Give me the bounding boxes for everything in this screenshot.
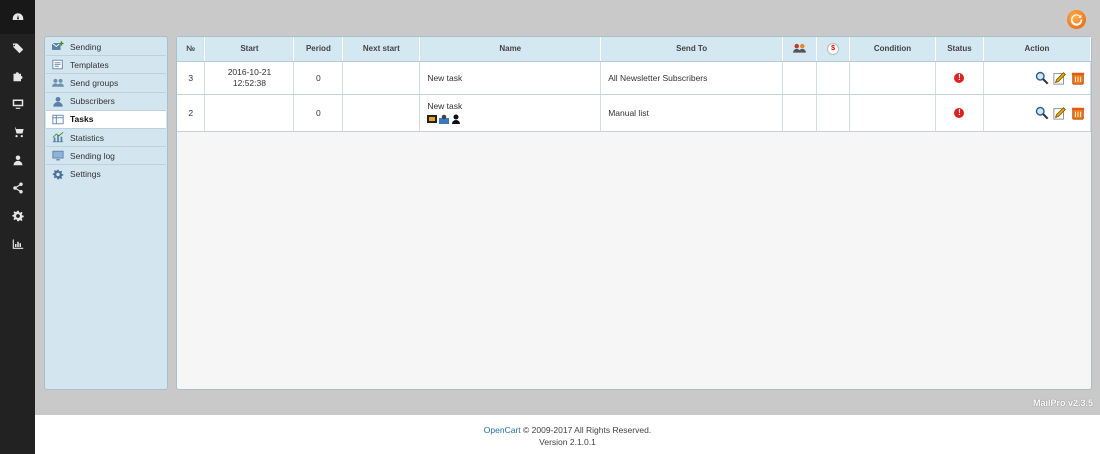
status-error-icon: ! [954,73,965,83]
cell-cost [816,61,850,95]
cart-icon[interactable] [0,118,35,146]
start-time: 12:52:38 [232,77,266,88]
cell-action [983,94,1092,132]
delete-trash-icon[interactable] [1071,106,1085,120]
status-error-icon: ! [954,108,965,118]
opencart-link[interactable]: OpenCart [484,425,521,435]
cell-status: ! [935,61,984,95]
cell-send-to: Manual list [600,94,784,132]
share-icon[interactable] [0,174,35,202]
agent-icon [451,114,461,124]
mailpro-version-label: MailPro v2.3.5 [1032,398,1093,408]
user-icon[interactable] [0,146,35,174]
col-header-status[interactable]: Status [935,37,984,62]
footer: OpenCart © 2009-2017 All Rights Reserved… [35,415,1100,454]
cell-send-to: All Newsletter Subscribers [600,61,784,95]
view-magnifier-icon[interactable] [1035,71,1049,85]
submenu-item-label: Sending [70,41,102,52]
col-header-subscribers[interactable] [782,37,818,62]
submenu-item-subscribers[interactable]: Subscribers [46,93,166,111]
dashboard-icon[interactable] [0,0,35,34]
submenu-item-send-groups[interactable]: Send groups [46,74,166,93]
settings-icon [51,169,64,180]
refresh-icon[interactable] [1067,10,1086,29]
footer-copyright-line: OpenCart © 2009-2017 All Rights Reserved… [35,424,1100,436]
submenu-item-label: Send groups [70,77,119,88]
task-name: New task [427,101,463,111]
col-header-condition[interactable]: Condition [849,37,936,62]
mailpro-submenu: Sending Templates Send groups Subscriber… [44,36,168,390]
tasks-icon [51,114,64,125]
table-header-row: № Start Period Next start Name Send To $… [177,37,1092,62]
left-nav-rail [0,0,35,454]
user-card-icon [439,114,450,124]
gear-icon[interactable] [0,202,35,230]
cell-next-start [342,61,421,95]
col-header-action[interactable]: Action [983,37,1092,62]
tasks-panel: № Start Period Next start Name Send To $… [176,36,1092,390]
copyright-text: © 2009-2017 All Rights Reserved. [520,425,652,435]
cell-condition [849,61,936,95]
puzzle-icon[interactable] [0,62,35,90]
cell-period: 0 [293,94,344,132]
submenu-item-settings[interactable]: Settings [46,165,166,183]
submenu-item-tasks[interactable]: Tasks [46,110,166,129]
submenu-item-templates[interactable]: Templates [46,56,166,75]
table-row: 3 2016-10-21 12:52:38 0 New task All New… [177,61,1092,95]
col-header-num[interactable]: № [177,37,206,62]
submenu-item-label: Tasks [70,114,94,125]
col-header-send-to[interactable]: Send To [600,37,784,62]
delete-trash-icon[interactable] [1071,71,1085,85]
bar-chart-icon[interactable] [0,230,35,258]
cell-condition [849,94,936,132]
start-date: 2016-10-21 [227,66,272,77]
cell-cost [816,94,850,132]
cell-period: 0 [293,61,344,95]
content-area: Sending Templates Send groups Subscriber… [35,0,1100,415]
send-groups-icon [51,77,64,88]
submenu-item-sending[interactable]: Sending [46,38,166,57]
cell-subscribers [782,61,818,95]
view-magnifier-icon[interactable] [1035,106,1049,120]
submenu-item-sending-log[interactable]: Sending log [46,147,166,166]
statistics-icon [51,132,64,143]
subscribers-icon [51,96,64,107]
cell-action [983,61,1092,95]
film-icon [427,114,438,124]
templates-icon [51,59,64,70]
cell-next-start [342,94,421,132]
cell-num: 2 [177,94,206,132]
task-attachment-icons [427,114,600,124]
cell-start [204,94,295,132]
col-header-start[interactable]: Start [204,37,295,62]
col-header-cost[interactable]: $ [816,37,850,62]
col-header-next-start[interactable]: Next start [342,37,421,62]
edit-pencil-icon[interactable] [1053,106,1067,120]
sending-icon [51,41,64,52]
cell-start: 2016-10-21 12:52:38 [204,61,295,95]
monitor-icon[interactable] [0,90,35,118]
submenu-item-label: Subscribers [70,96,115,107]
submenu-item-label: Templates [70,59,109,70]
dollar-icon: $ [827,42,840,55]
table-row: 2 0 New task Manual list ! [177,94,1092,132]
footer-version: Version 2.1.0.1 [539,437,596,447]
group-users-icon [793,42,807,54]
tags-icon[interactable] [0,34,35,62]
sending-log-icon [51,150,64,161]
cell-num: 3 [177,61,206,95]
submenu-item-label: Statistics [70,132,105,143]
submenu-item-statistics[interactable]: Statistics [46,129,166,148]
edit-pencil-icon[interactable] [1053,71,1067,85]
cell-subscribers [782,94,818,132]
cell-name: New task [419,94,602,132]
cell-name: New task [419,61,602,95]
submenu-item-label: Settings [70,169,101,180]
col-header-name[interactable]: Name [419,37,602,62]
cell-status: ! [935,94,984,132]
submenu-item-label: Sending log [70,150,115,161]
tasks-table: № Start Period Next start Name Send To $… [177,37,1092,132]
col-header-period[interactable]: Period [293,37,344,62]
